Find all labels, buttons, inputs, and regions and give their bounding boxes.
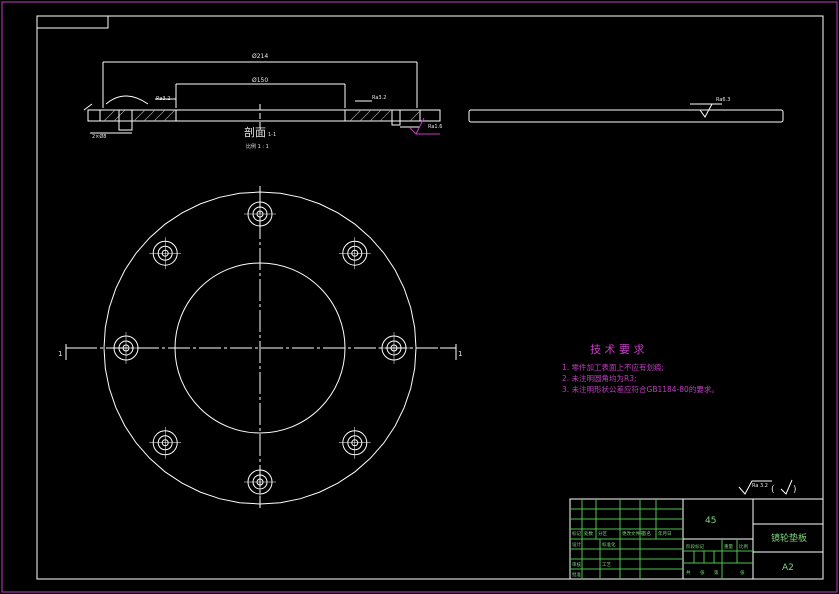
dim-outer: Ø214	[252, 53, 268, 60]
title-block-label: 批准	[572, 571, 581, 578]
section-label: 剖面	[244, 125, 266, 139]
paren-close: )	[793, 485, 797, 495]
title-block-label: 张	[700, 569, 705, 576]
section-id: 1-1	[268, 132, 276, 138]
hatch-left	[99, 109, 177, 122]
title-block-label: 张	[740, 569, 745, 576]
drawing-canvas: Ø214 Ø150 Ra3.2 Ra3.2 Ra1.6 2×Ø8 剖面 1-1 …	[1, 1, 838, 593]
bolt-hole	[110, 332, 142, 364]
dim-inner: Ø150	[252, 77, 268, 84]
drawing-frame	[36, 15, 824, 580]
bolt-hole	[338, 237, 371, 270]
title-block-label: 共	[686, 569, 691, 576]
bolt-hole	[378, 332, 410, 364]
title-block-label: 阶段标记	[686, 543, 704, 550]
code-box	[37, 16, 109, 29]
title-block-label: 年月日	[658, 530, 672, 537]
tech-req-title: 技 术 要 求	[590, 343, 645, 356]
cut-mark-left: 1	[58, 350, 62, 358]
cut-mark-right: 1	[458, 350, 462, 358]
title-block-label: 设计	[572, 541, 581, 548]
title-block-label: 标准化	[602, 541, 616, 548]
roughness-edge: Ra1.6	[428, 124, 442, 130]
sheet-size: A2	[782, 563, 794, 573]
bolt-hole	[244, 198, 276, 230]
title-block-label: 工艺	[602, 562, 611, 568]
hatch-right	[344, 109, 421, 122]
title-block-label: 第	[714, 569, 719, 576]
title-block-label: 处数	[584, 530, 593, 537]
material: 45	[705, 516, 716, 526]
side-plate	[468, 109, 784, 123]
roughness-right: Ra3.2	[372, 95, 386, 101]
chamfer-arc	[105, 95, 149, 105]
side-view	[468, 103, 784, 123]
roughness-left: Ra3.2	[156, 96, 170, 102]
part-name: 镜轮垫板	[771, 532, 807, 544]
title-block-label: 分区	[598, 530, 607, 537]
tech-req-item-1: 1. 零件加工表面上不应有划痕;	[562, 362, 664, 372]
dim-hole: 2×Ø8	[92, 133, 107, 140]
bolt-hole	[338, 426, 371, 459]
title-block-label: 比例	[739, 543, 748, 550]
title-block-label: 审核	[572, 561, 581, 568]
section-outline	[87, 109, 441, 122]
title-block-label: 标记	[572, 530, 581, 537]
title-block-label: 签名	[642, 530, 651, 537]
tech-req-item-2: 2. 未注明圆角均为R3;	[562, 373, 637, 383]
tech-req-item-3: 3. 未注明形状公差应符合GB1184-80的要求。	[562, 384, 719, 394]
section-scale: 比例 1 : 1	[246, 143, 269, 150]
bolt-hole	[149, 426, 182, 459]
hole-left	[118, 109, 133, 131]
bolt-hole	[244, 466, 276, 498]
hole-right	[391, 109, 401, 126]
section-view	[83, 61, 441, 134]
title-block-label: 重量	[724, 543, 733, 550]
surface-finish-value: Ra 3.2	[752, 483, 768, 489]
sheet-border	[1, 1, 838, 593]
paren-open: (	[771, 485, 775, 495]
side-roughness: Ra6.3	[716, 97, 730, 103]
hatch-lines	[103, 109, 421, 122]
bolt-hole	[149, 237, 182, 270]
front-view	[65, 186, 457, 508]
